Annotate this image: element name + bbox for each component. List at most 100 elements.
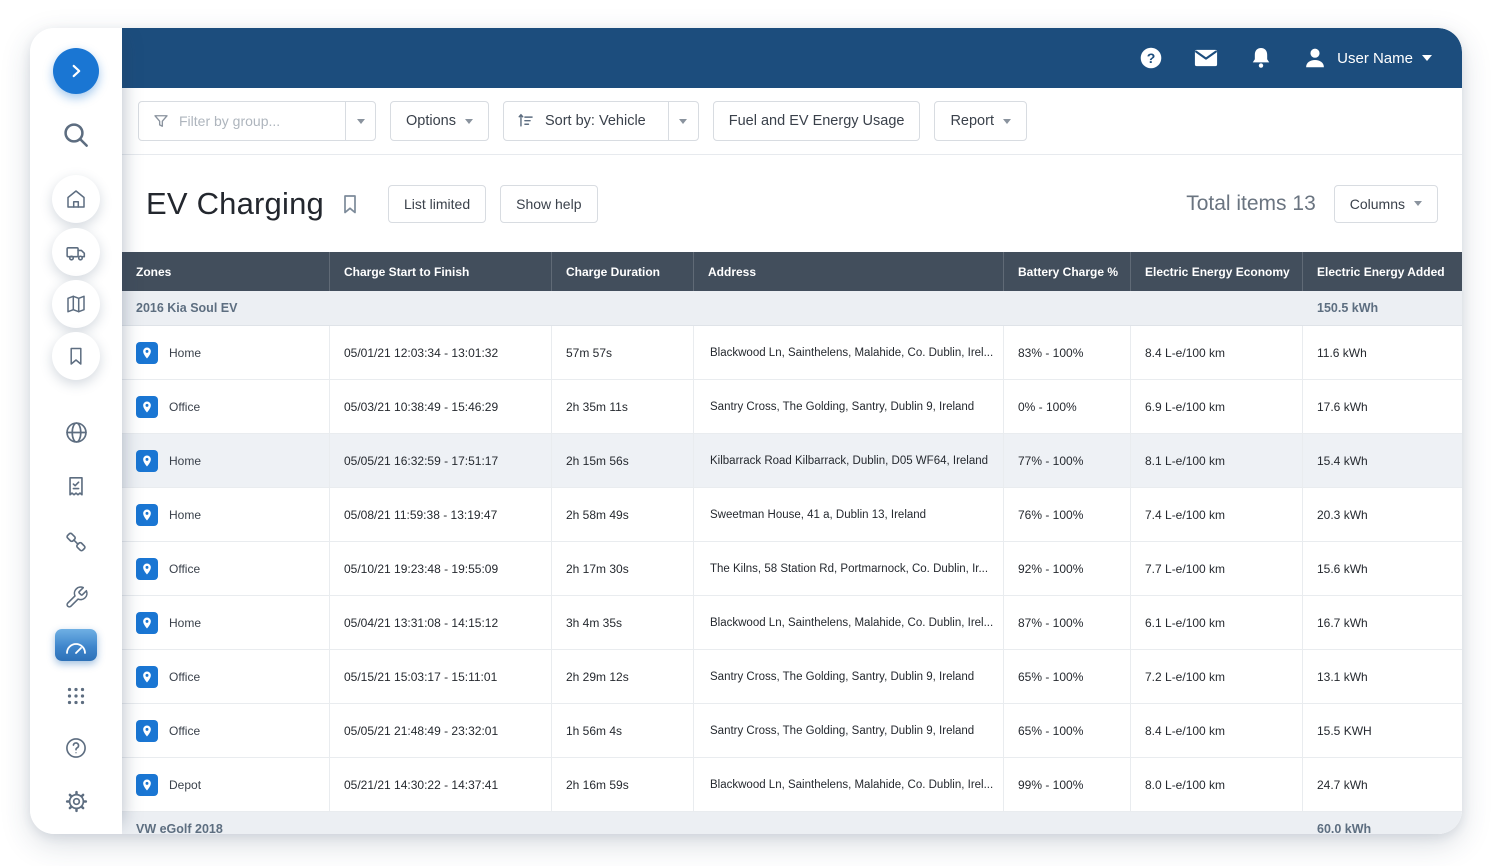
filter-funnel-icon (152, 112, 170, 130)
total-items-count: Total items 13 (1186, 192, 1316, 216)
cell-start-finish: 05/21/21 14:30:22 - 14:37:41 (330, 758, 552, 811)
columns-button[interactable]: Columns (1334, 185, 1438, 223)
cell-economy: 7.7 L-e/100 km (1131, 542, 1303, 595)
bookmark-icon (338, 192, 362, 216)
app-card: ? User Name (30, 28, 1462, 834)
ev-charging-table: ZonesCharge Start to FinishCharge Durati… (122, 252, 1462, 834)
column-header[interactable]: Battery Charge % (1004, 252, 1131, 291)
sidebar-item-home[interactable] (52, 175, 100, 223)
apps-grid-icon (63, 683, 89, 709)
options-button[interactable]: Options (390, 101, 489, 141)
table-row[interactable]: Home 05/04/21 13:31:08 - 14:15:12 3h 4m … (122, 596, 1462, 650)
filter-by-group-control[interactable] (138, 101, 376, 141)
table-row[interactable]: Home 05/08/21 11:59:38 - 13:19:47 2h 58m… (122, 488, 1462, 542)
column-header[interactable]: Electric Energy Economy (1131, 252, 1303, 291)
cell-energy: 17.6 kWh (1303, 380, 1462, 433)
cell-battery: 77% - 100% (1004, 434, 1131, 487)
sidebar-item-map[interactable] (52, 280, 100, 328)
sidebar-item-dashboard[interactable] (52, 621, 100, 669)
table-row[interactable]: Home 05/01/21 12:03:34 - 13:01:32 57m 57… (122, 326, 1462, 380)
sort-dropdown-caret[interactable] (668, 102, 698, 140)
cell-zone: Depot (122, 758, 330, 811)
sidebar-item-help[interactable] (52, 724, 100, 772)
zone-pin-icon (136, 558, 158, 580)
zone-label: Home (169, 616, 201, 630)
cell-start-finish: 05/03/21 10:38:49 - 15:46:29 (330, 380, 552, 433)
column-header[interactable]: Address (694, 252, 1004, 291)
zone-label: Depot (169, 778, 201, 792)
chevron-down-icon (679, 119, 687, 124)
cell-duration: 1h 56m 4s (552, 704, 694, 757)
column-header[interactable]: Zones (122, 252, 330, 291)
cell-energy: 13.1 kWh (1303, 650, 1462, 703)
cell-address: Blackwood Ln, Sainthelens, Malahide, Co.… (694, 596, 1004, 649)
sidebar-expand-button[interactable] (52, 47, 100, 95)
cell-start-finish: 05/05/21 21:48:49 - 23:32:01 (330, 704, 552, 757)
sidebar-item-bookmarks[interactable] (52, 332, 100, 380)
cell-economy: 7.2 L-e/100 km (1131, 650, 1303, 703)
sidebar-item-connections[interactable] (52, 518, 100, 566)
table-row[interactable]: Office 05/10/21 19:23:48 - 19:55:09 2h 1… (122, 542, 1462, 596)
link-plugs-icon (63, 529, 89, 555)
cell-battery: 0% - 100% (1004, 380, 1131, 433)
svg-text:?: ? (1147, 50, 1156, 66)
fuel-ev-energy-usage-button[interactable]: Fuel and EV Energy Usage (713, 101, 921, 141)
sidebar-item-apps[interactable] (52, 672, 100, 720)
cell-start-finish: 05/04/21 13:31:08 - 14:15:12 (330, 596, 552, 649)
sidebar-item-globe[interactable] (52, 408, 100, 456)
table-row[interactable]: Office 05/05/21 21:48:49 - 23:32:01 1h 5… (122, 704, 1462, 758)
list-limited-button[interactable]: List limited (388, 185, 486, 223)
zone-pin-icon (136, 342, 158, 364)
bookmark-icon (52, 332, 100, 380)
group-row[interactable]: 2016 Kia Soul EV 150.5 kWh (122, 291, 1462, 326)
bookmark-page-button[interactable] (338, 192, 362, 216)
help-button[interactable]: ? (1138, 45, 1164, 71)
table-row[interactable]: Depot 05/21/21 14:30:22 - 14:37:41 2h 16… (122, 758, 1462, 812)
gear-icon (63, 788, 90, 815)
column-header[interactable]: Electric Energy Added (1303, 252, 1462, 291)
cell-duration: 2h 35m 11s (552, 380, 694, 433)
app-window: ? User Name (0, 0, 1496, 866)
cell-energy: 15.5 KWH (1303, 704, 1462, 757)
cell-zone: Home (122, 596, 330, 649)
cell-zone: Office (122, 542, 330, 595)
map-icon (52, 280, 100, 328)
cell-battery: 99% - 100% (1004, 758, 1131, 811)
zone-pin-icon (136, 396, 158, 418)
table-row[interactable]: Home 05/05/21 16:32:59 - 17:51:17 2h 15m… (122, 434, 1462, 488)
chevron-down-icon (1414, 201, 1422, 206)
messages-button[interactable] (1192, 44, 1220, 72)
cell-energy: 24.7 kWh (1303, 758, 1462, 811)
table-row[interactable]: Office 05/03/21 10:38:49 - 15:46:29 2h 3… (122, 380, 1462, 434)
cell-duration: 2h 58m 49s (552, 488, 694, 541)
cell-address: Kilbarrack Road Kilbarrack, Dublin, D05 … (694, 434, 1004, 487)
sort-by-control[interactable]: Sort by: Vehicle (503, 101, 699, 141)
table-header-row: ZonesCharge Start to FinishCharge Durati… (122, 252, 1462, 291)
cell-economy: 7.4 L-e/100 km (1131, 488, 1303, 541)
filter-dropdown-caret[interactable] (345, 102, 375, 140)
report-button[interactable]: Report (934, 101, 1027, 141)
top-navbar: ? User Name (122, 28, 1462, 88)
sidebar-item-maintenance[interactable] (52, 573, 100, 621)
table-row[interactable]: Office 05/15/21 15:03:17 - 15:11:01 2h 2… (122, 650, 1462, 704)
sidebar-item-vehicles[interactable] (52, 228, 100, 276)
filter-by-group-input[interactable] (179, 113, 323, 129)
column-header[interactable]: Charge Start to Finish (330, 252, 552, 291)
show-help-button[interactable]: Show help (500, 185, 597, 223)
notifications-bell-button[interactable] (1248, 45, 1274, 71)
sort-by-label: Sort by: Vehicle (545, 113, 646, 129)
group-row[interactable]: VW eGolf 2018 60.0 kWh (122, 812, 1462, 834)
user-menu[interactable]: User Name (1302, 45, 1432, 71)
sidebar-item-settings[interactable] (52, 777, 100, 825)
cell-energy: 16.7 kWh (1303, 596, 1462, 649)
sidebar-item-search[interactable] (52, 111, 100, 159)
zone-label: Office (169, 400, 200, 414)
list-limited-label: List limited (404, 196, 470, 212)
sidebar-item-reports[interactable] (52, 463, 100, 511)
globe-icon (63, 419, 90, 446)
receipt-icon (63, 474, 89, 500)
cell-address: Santry Cross, The Golding, Santry, Dubli… (694, 704, 1004, 757)
cell-battery: 83% - 100% (1004, 326, 1131, 379)
cell-battery: 76% - 100% (1004, 488, 1131, 541)
column-header[interactable]: Charge Duration (552, 252, 694, 291)
